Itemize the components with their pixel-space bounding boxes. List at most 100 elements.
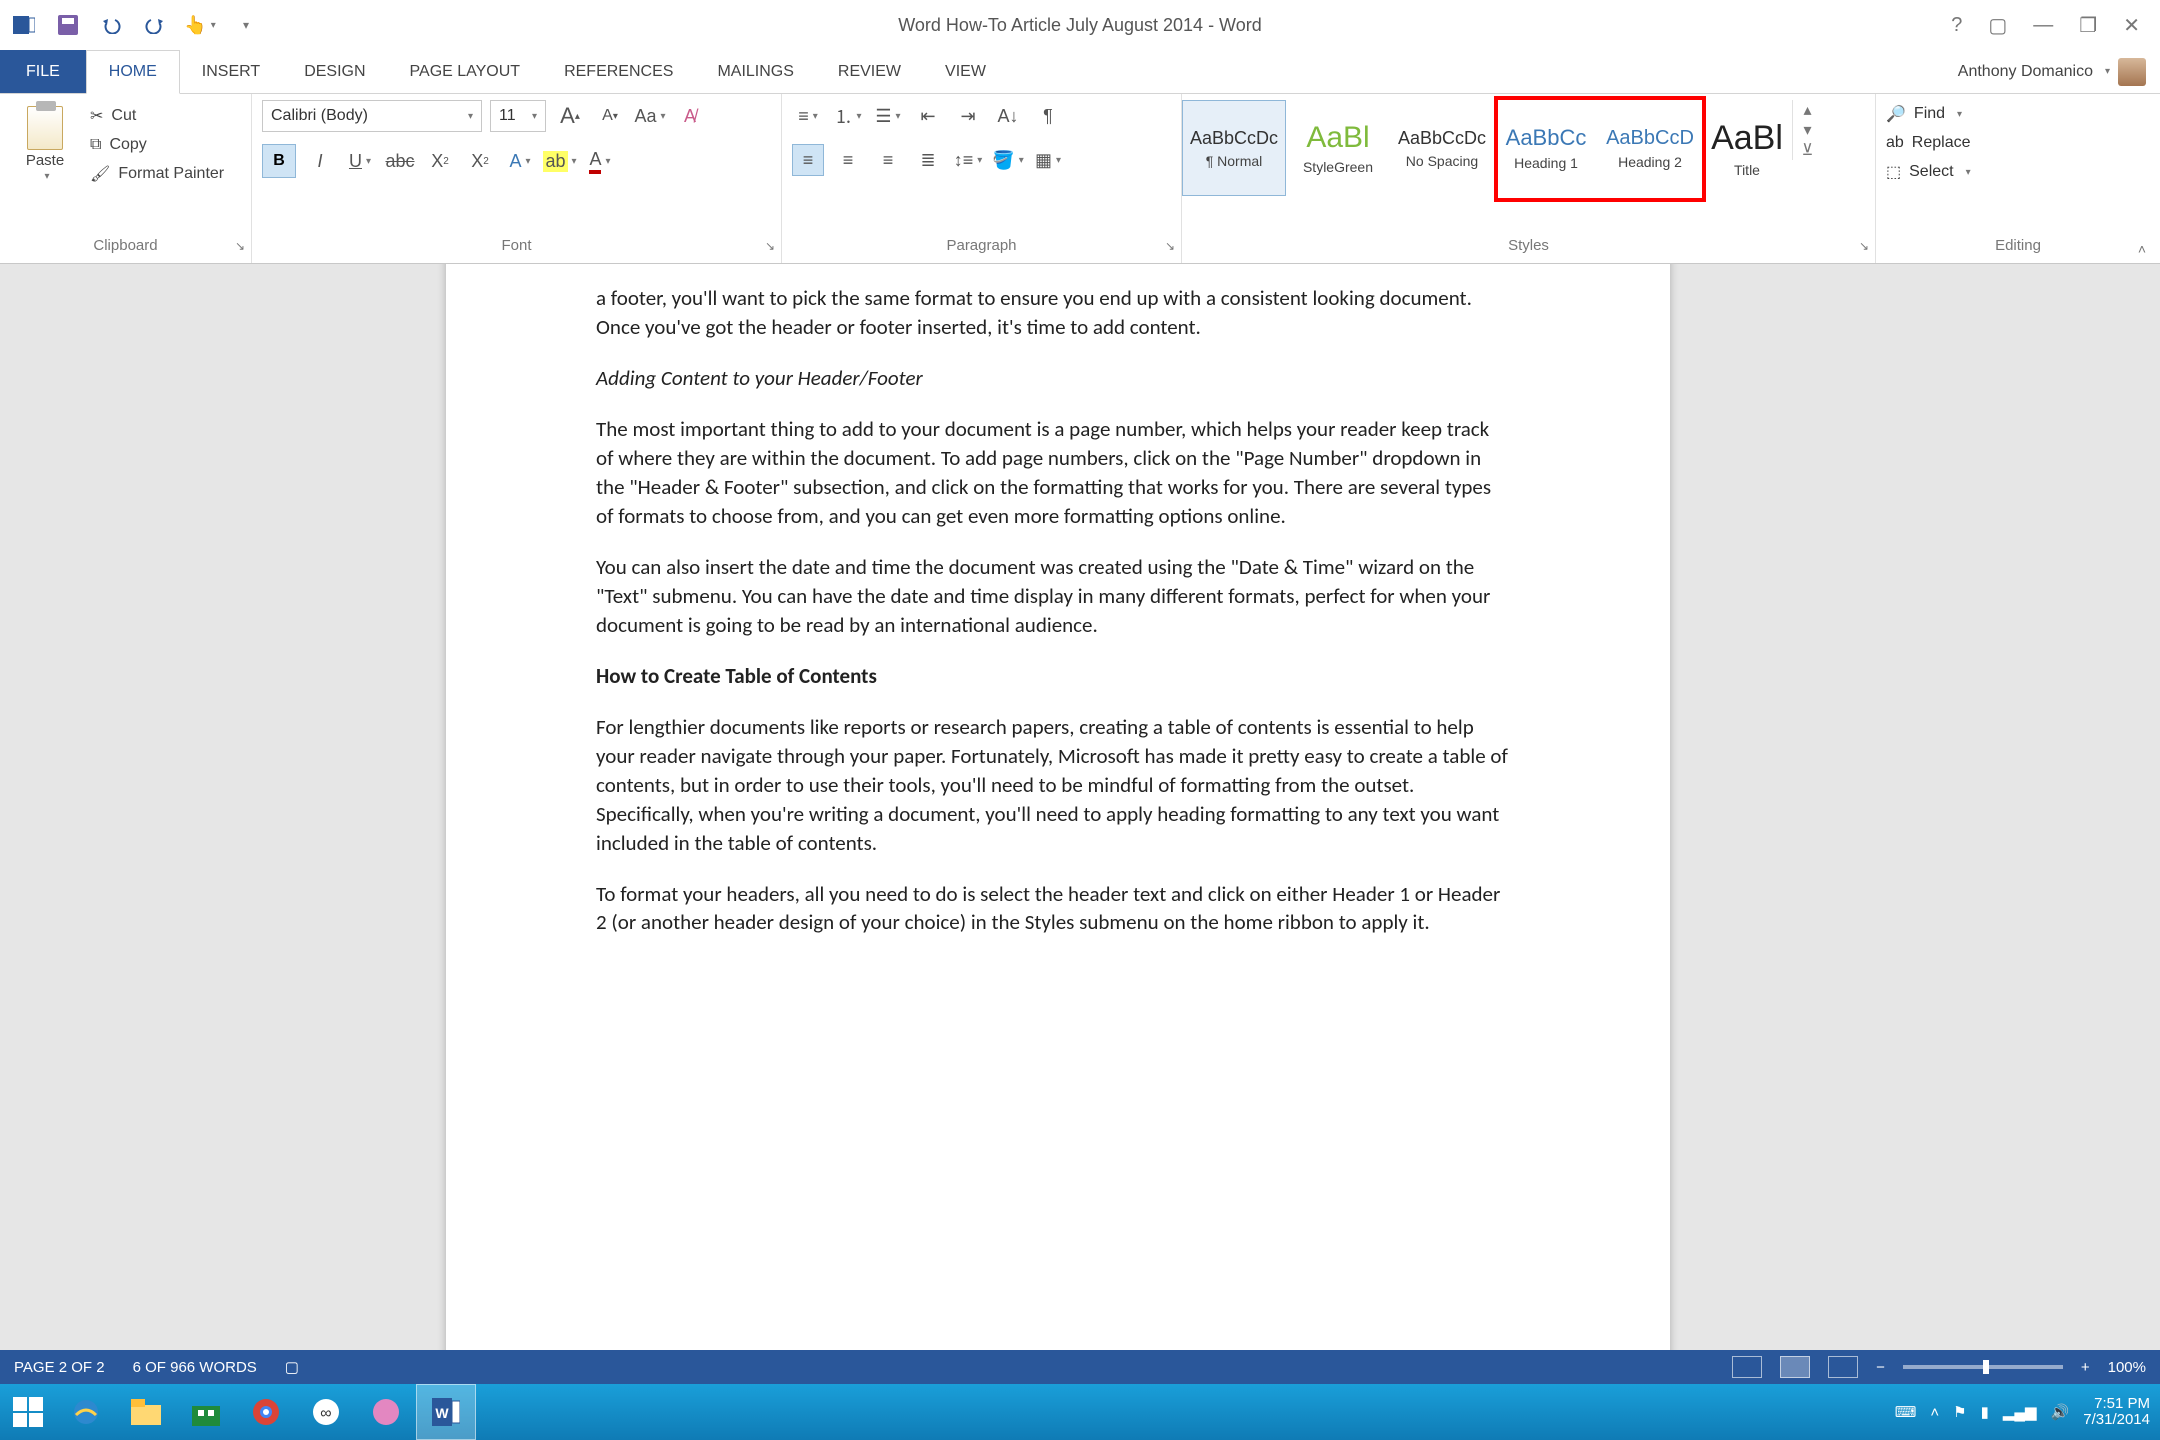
styles-gallery-scroller[interactable]: ▴ ▾ ⊻ bbox=[1792, 100, 1822, 160]
font-size-combo[interactable]: 11▾ bbox=[490, 100, 546, 132]
style-stylegreen[interactable]: AaBl StyleGreen bbox=[1286, 100, 1390, 196]
status-page[interactable]: PAGE 2 OF 2 bbox=[14, 1359, 105, 1376]
font-name-combo[interactable]: Calibri (Body)▾ bbox=[262, 100, 482, 132]
taskbar-app-icon[interactable]: ∞ bbox=[296, 1384, 356, 1440]
format-painter-button[interactable]: 🖌Format Painter bbox=[90, 164, 224, 184]
numbering-icon[interactable]: ⒈▾ bbox=[832, 100, 864, 132]
tray-chevron-icon[interactable]: ˄ bbox=[1930, 1404, 1939, 1421]
copy-button[interactable]: ⧉Copy bbox=[90, 136, 224, 154]
tab-file[interactable]: FILE bbox=[0, 50, 86, 93]
view-web-layout-icon[interactable] bbox=[1828, 1356, 1858, 1378]
collapse-ribbon-icon[interactable]: ˄ bbox=[2138, 241, 2146, 257]
tab-mailings[interactable]: MAILINGS bbox=[695, 50, 815, 93]
minimize-icon[interactable]: — bbox=[2033, 14, 2053, 37]
align-left-icon[interactable]: ≡ bbox=[792, 144, 824, 176]
text-effects-icon[interactable]: A▾ bbox=[504, 145, 536, 177]
change-case-icon[interactable]: Aa▾ bbox=[634, 100, 666, 132]
tray-battery-icon[interactable]: ▮ bbox=[1981, 1403, 1989, 1421]
zoom-out-icon[interactable]: − bbox=[1876, 1359, 1885, 1376]
document-page[interactable]: a footer, you'll want to pick the same f… bbox=[446, 264, 1670, 1384]
tab-page-layout[interactable]: PAGE LAYOUT bbox=[388, 50, 543, 93]
strikethrough-button[interactable]: abc bbox=[384, 145, 416, 177]
tab-insert[interactable]: INSERT bbox=[180, 50, 282, 93]
borders-icon[interactable]: ▦▾ bbox=[1032, 144, 1064, 176]
maximize-icon[interactable]: ❐ bbox=[2079, 13, 2097, 38]
taskbar-store-icon[interactable] bbox=[176, 1384, 236, 1440]
save-icon[interactable] bbox=[54, 11, 82, 39]
style-heading-2[interactable]: AaBbCcD Heading 2 bbox=[1598, 100, 1702, 196]
tab-references[interactable]: REFERENCES bbox=[542, 50, 695, 93]
underline-button[interactable]: U▾ bbox=[344, 145, 376, 177]
shading-icon[interactable]: 🪣▾ bbox=[992, 144, 1024, 176]
decrease-indent-icon[interactable]: ⇤ bbox=[912, 100, 944, 132]
paste-button[interactable]: Paste ▾ bbox=[10, 100, 80, 182]
font-dialog-launcher[interactable]: ↘ bbox=[765, 239, 775, 253]
help-icon[interactable]: ? bbox=[1951, 14, 1962, 37]
subscript-button[interactable]: X2 bbox=[424, 145, 456, 177]
undo-icon[interactable] bbox=[98, 11, 126, 39]
close-icon[interactable]: ✕ bbox=[2123, 13, 2140, 38]
styles-scroll-up-icon[interactable]: ▴ bbox=[1793, 100, 1822, 120]
style-no-spacing[interactable]: AaBbCcDc No Spacing bbox=[1390, 100, 1494, 196]
tab-design[interactable]: DESIGN bbox=[282, 50, 387, 93]
document-area[interactable]: a footer, you'll want to pick the same f… bbox=[0, 264, 2160, 1384]
clipboard-dialog-launcher[interactable]: ↘ bbox=[235, 239, 245, 253]
show-paragraph-marks-icon[interactable]: ¶ bbox=[1032, 100, 1064, 132]
bullets-icon[interactable]: ≡▾ bbox=[792, 100, 824, 132]
qat-customize-icon[interactable]: ▾ bbox=[230, 11, 258, 39]
increase-indent-icon[interactable]: ⇥ bbox=[952, 100, 984, 132]
tray-volume-icon[interactable]: 🔊 bbox=[2051, 1403, 2070, 1421]
tray-clock[interactable]: 7:51 PM 7/31/2014 bbox=[2083, 1396, 2150, 1429]
taskbar-chrome-icon[interactable] bbox=[236, 1384, 296, 1440]
body-paragraph[interactable]: a footer, you'll want to pick the same f… bbox=[596, 284, 1510, 342]
touch-mode-icon[interactable]: 👆▾ bbox=[186, 11, 214, 39]
tray-flag-icon[interactable]: ⚑ bbox=[1953, 1403, 1966, 1421]
zoom-slider[interactable] bbox=[1903, 1365, 2063, 1369]
replace-button[interactable]: abReplace bbox=[1886, 134, 1971, 152]
tab-view[interactable]: VIEW bbox=[923, 50, 1008, 93]
clear-formatting-icon[interactable]: A̸ bbox=[674, 100, 706, 132]
select-button[interactable]: ⬚Select▾ bbox=[1886, 162, 1971, 182]
tab-home[interactable]: HOME bbox=[86, 50, 180, 94]
status-proofing-icon[interactable]: ▢ bbox=[285, 1358, 299, 1376]
view-read-mode-icon[interactable] bbox=[1732, 1356, 1762, 1378]
tab-review[interactable]: REVIEW bbox=[816, 50, 923, 93]
superscript-button[interactable]: X2 bbox=[464, 145, 496, 177]
body-paragraph[interactable]: You can also insert the date and time th… bbox=[596, 553, 1510, 640]
zoom-in-icon[interactable]: + bbox=[2081, 1359, 2090, 1376]
tray-network-icon[interactable]: ▂▄▆ bbox=[2003, 1403, 2037, 1421]
multilevel-list-icon[interactable]: ☰▾ bbox=[872, 100, 904, 132]
body-subheading-italic[interactable]: Adding Content to your Header/Footer bbox=[596, 364, 1510, 393]
redo-icon[interactable] bbox=[142, 11, 170, 39]
find-button[interactable]: 🔎Find▾ bbox=[1886, 104, 1962, 124]
tray-keyboard-icon[interactable]: ⌨ bbox=[1895, 1403, 1917, 1421]
taskbar-explorer-icon[interactable] bbox=[116, 1384, 176, 1440]
style-title[interactable]: AaBl Title bbox=[1702, 100, 1792, 196]
body-heading-bold[interactable]: How to Create Table of Contents bbox=[596, 662, 1510, 691]
shrink-font-icon[interactable]: A▾ bbox=[594, 100, 626, 132]
paragraph-dialog-launcher[interactable]: ↘ bbox=[1165, 239, 1175, 253]
styles-expand-icon[interactable]: ⊻ bbox=[1793, 140, 1822, 160]
cut-button[interactable]: ✂Cut bbox=[90, 106, 224, 126]
body-paragraph[interactable]: The most important thing to add to your … bbox=[596, 415, 1510, 531]
grow-font-icon[interactable]: A▴ bbox=[554, 100, 586, 132]
taskbar-app2-icon[interactable] bbox=[356, 1384, 416, 1440]
styles-dialog-launcher[interactable]: ↘ bbox=[1859, 239, 1869, 253]
sort-icon[interactable]: A↓ bbox=[992, 100, 1024, 132]
align-center-icon[interactable]: ≡ bbox=[832, 144, 864, 176]
zoom-level[interactable]: 100% bbox=[2108, 1359, 2146, 1376]
body-paragraph[interactable]: For lengthier documents like reports or … bbox=[596, 713, 1510, 858]
taskbar-ie-icon[interactable] bbox=[56, 1384, 116, 1440]
justify-icon[interactable]: ≣ bbox=[912, 144, 944, 176]
font-color-icon[interactable]: A▾ bbox=[584, 145, 616, 177]
style-normal[interactable]: AaBbCcDc ¶ Normal bbox=[1182, 100, 1286, 196]
ribbon-display-options-icon[interactable]: ▢ bbox=[1988, 13, 2007, 38]
styles-scroll-down-icon[interactable]: ▾ bbox=[1793, 120, 1822, 140]
line-spacing-icon[interactable]: ↕≡▾ bbox=[952, 144, 984, 176]
status-word-count[interactable]: 6 OF 966 WORDS bbox=[133, 1359, 257, 1376]
start-button[interactable] bbox=[0, 1384, 56, 1440]
account-user[interactable]: Anthony Domanico ▾ bbox=[1958, 50, 2146, 93]
style-heading-1[interactable]: AaBbCc Heading 1 bbox=[1494, 100, 1598, 196]
italic-button[interactable]: I bbox=[304, 145, 336, 177]
align-right-icon[interactable]: ≡ bbox=[872, 144, 904, 176]
